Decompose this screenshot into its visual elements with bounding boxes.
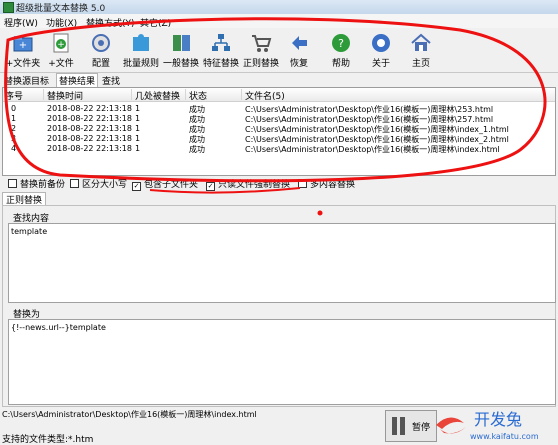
red-annotation-overlay (4, 17, 547, 216)
